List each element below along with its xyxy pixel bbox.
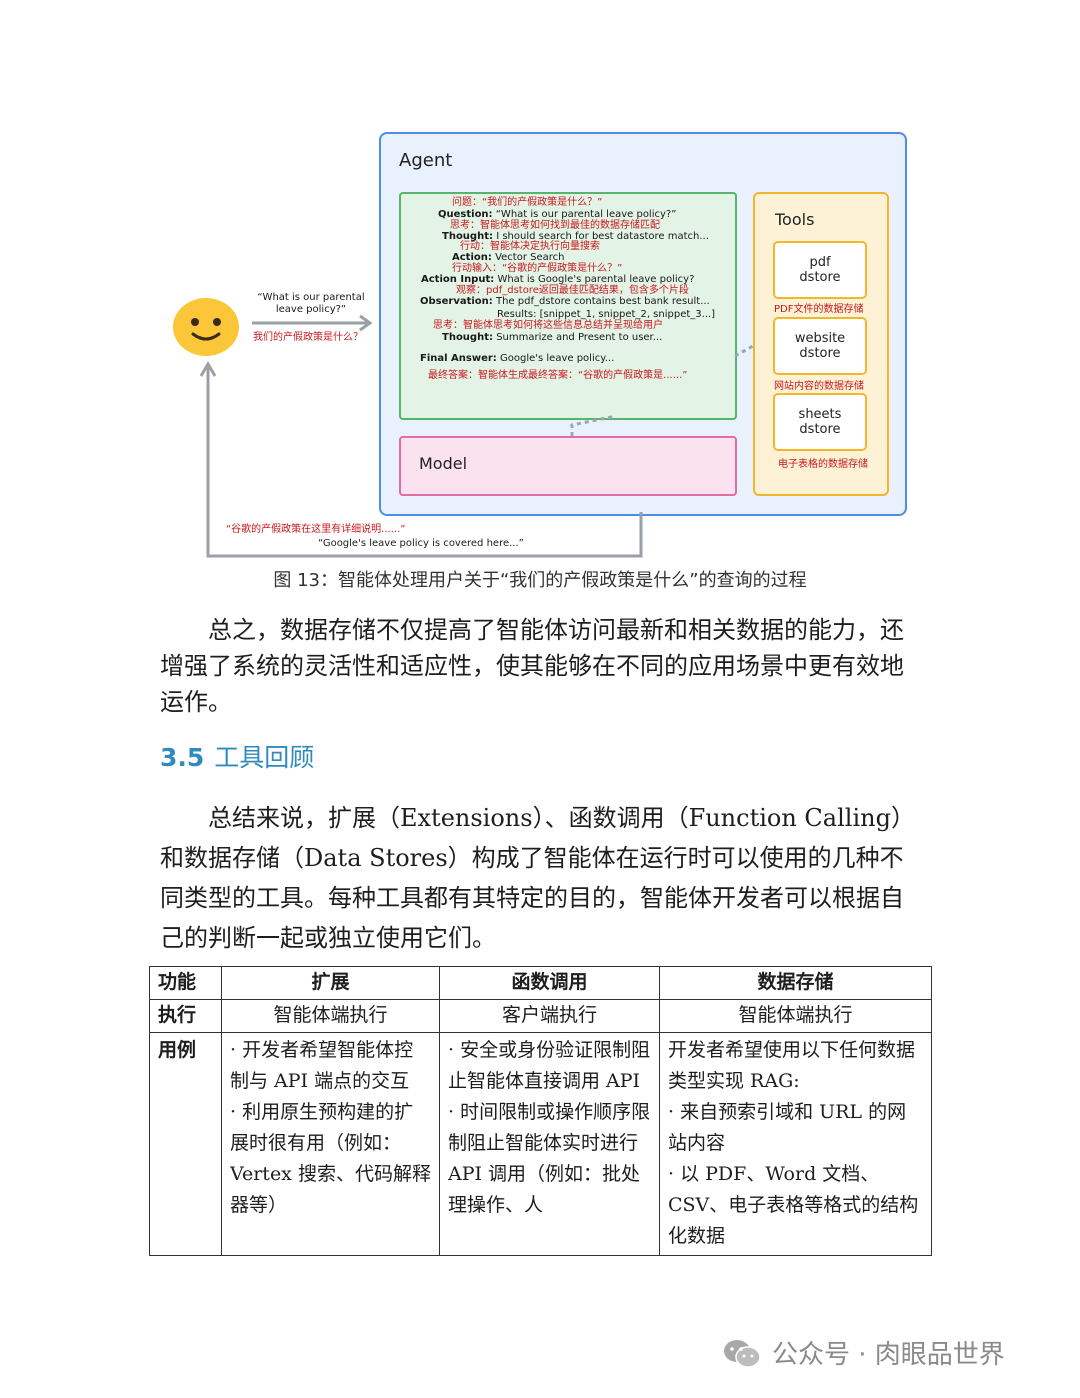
- smiley-icon: [191, 318, 221, 341]
- ds-usecase-intro: 开发者希望使用以下任何数据类型实现 RAG:: [668, 1039, 916, 1092]
- dotted-model-trace-link: [570, 414, 617, 436]
- cell-ds-execution: 智能体端执行: [659, 999, 932, 1033]
- fn-usecase-2: · 时间限制或操作顺序限制阻止智能体实时进行 API 调用（例如：批处理操作、人: [448, 1101, 651, 1216]
- cell-fn-usecases: · 安全或身份验证限制阻止智能体直接调用 API · 时间限制或操作顺序限制阻止…: [439, 1032, 660, 1256]
- cell-ext-execution: 智能体端执行: [221, 999, 440, 1033]
- ds-usecase-1: · 来自预索引域和 URL 的网站内容: [668, 1101, 907, 1154]
- section-title: 工具回顾: [214, 743, 315, 772]
- figure-connectors: [199, 314, 754, 558]
- header-cell-function-calling: 函数调用: [439, 966, 660, 1000]
- row-label-execution: 执行: [149, 999, 222, 1033]
- fn-usecase-1: · 安全或身份验证限制阻止智能体直接调用 API: [448, 1039, 651, 1092]
- response-en: “Google's leave policy is covered here..…: [318, 538, 524, 549]
- ds-usecase-2: · 以 PDF、Word 文档、CSV、电子表格等格式的结构化数据: [668, 1163, 919, 1247]
- header-cell-data-stores: 数据存储: [659, 966, 932, 1000]
- paragraph-summary: 总之，数据存储不仅提高了智能体访问最新和相关数据的能力，还增强了系统的灵活性和适…: [160, 616, 904, 716]
- cell-ext-usecases: · 开发者希望智能体控制与 API 端点的交互 · 利用原生预构建的扩展时很有用…: [221, 1032, 440, 1256]
- cell-ds-usecases: 开发者希望使用以下任何数据类型实现 RAG: · 来自预索引域和 URL 的网站…: [659, 1032, 932, 1256]
- header-cell-extensions: 扩展: [221, 966, 440, 1000]
- figure-caption: 图 13：智能体处理用户关于“我们的产假政策是什么”的查询的过程: [273, 570, 807, 591]
- query-arrow: [252, 314, 373, 332]
- user-emoji-face: [173, 298, 239, 356]
- row-label-usecases: 用例: [149, 1032, 222, 1256]
- paragraph-tools-review: 总结来说，扩展（Extensions）、函数调用（Function Callin…: [160, 804, 915, 952]
- watermark-text: 公众号 · 肉眼品世界: [772, 1340, 1005, 1370]
- section-number: 3.5: [160, 743, 205, 772]
- table-row-execution: 执行 智能体端执行 客户端执行 智能体端执行: [149, 999, 932, 1033]
- dotted-trace-tools-link: [734, 344, 754, 358]
- response-cn: “谷歌的产假政策在这里有详细说明......”: [226, 524, 406, 535]
- table-header-row: 功能 扩展 函数调用 数据存储: [149, 966, 932, 1000]
- watermark: 公众号 · 肉眼品世界: [722, 1334, 1005, 1371]
- cell-fn-execution: 客户端执行: [439, 999, 660, 1033]
- wechat-icon: [724, 1339, 761, 1368]
- ext-usecase-1: · 开发者希望智能体控制与 API 端点的交互: [230, 1039, 414, 1092]
- tools-comparison-table: 功能 扩展 函数调用 数据存储 执行 智能体端执行 客户端执行 智能体端执行 用…: [149, 966, 932, 1256]
- user-query-cn: 我们的产假政策是什么？: [253, 332, 363, 343]
- ext-usecase-2: · 利用原生预构建的扩展时很有用（例如：Vertex 搜索、代码解释器等）: [230, 1101, 431, 1216]
- table-row-usecases: 用例 · 开发者希望智能体控制与 API 端点的交互 · 利用原生预构建的扩展时…: [149, 1032, 932, 1256]
- section-heading: 3.5 工具回顾: [160, 738, 314, 774]
- header-cell-feature: 功能: [149, 966, 222, 1000]
- user-query-en: “What is our parental leave policy?”: [257, 292, 365, 315]
